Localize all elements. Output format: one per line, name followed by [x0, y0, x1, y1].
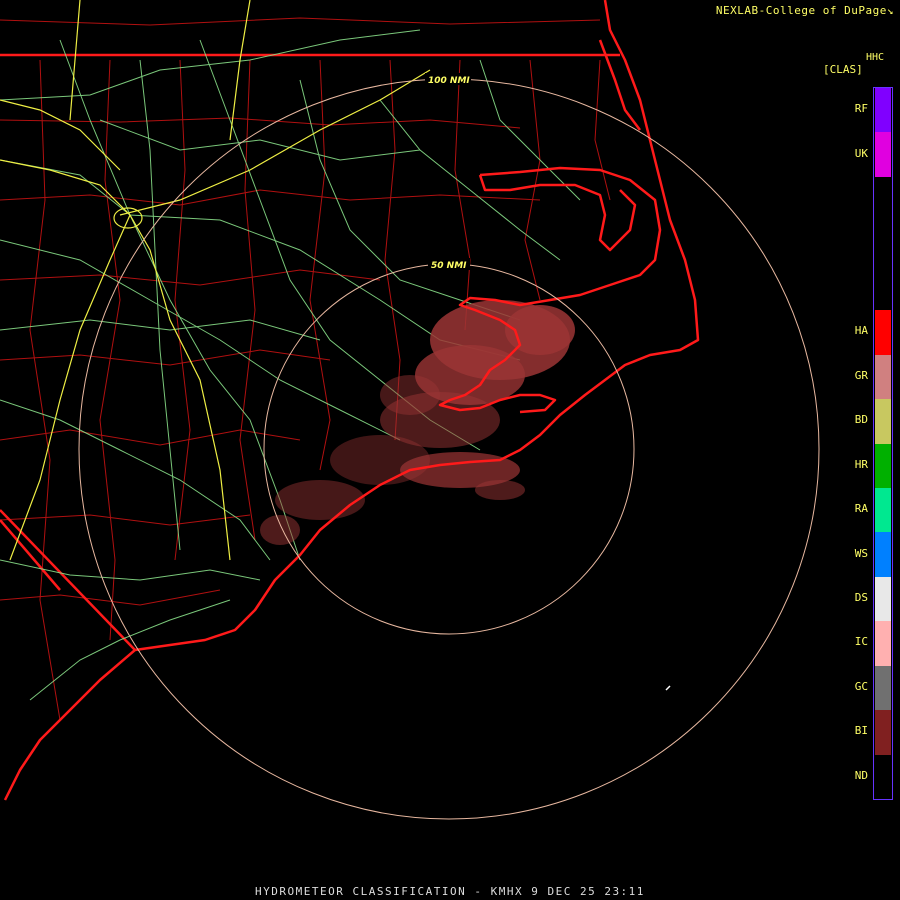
legend-label-ds: DS [854, 591, 868, 605]
legend-label-hr: HR [854, 457, 868, 471]
product-code: HHC [866, 52, 885, 63]
legend-label-rf: RF [854, 102, 868, 116]
legend-swatch-bd [875, 399, 891, 444]
legend-swatch-blank-4 [875, 265, 891, 311]
legend-label-bd: BD [854, 413, 868, 427]
legend-swatch-ws [875, 532, 891, 577]
legend-swatch-blank-3 [875, 221, 891, 266]
legend-label-ws: WS [854, 546, 868, 560]
credit-text: NEXLAB-College of DuPage↘ [716, 4, 894, 17]
legend-swatch-ds [875, 576, 891, 622]
legend-bar [873, 87, 893, 800]
range-label-50: 50 NMI [431, 261, 467, 271]
radar-map: 50 NMI 100 NMI [0, 0, 900, 900]
legend-swatch-ra [875, 487, 891, 533]
legend-label-ha: HA [854, 324, 868, 338]
legend-label-uk: UK [854, 146, 868, 160]
legend-swatch-ic [875, 621, 891, 666]
legend-label-gr: GR [854, 368, 868, 382]
credit-label: NEXLAB-College of DuPage [715, 4, 887, 17]
legend-swatch-gr [875, 354, 891, 400]
legend-label-ra: RA [854, 502, 868, 516]
legend-swatch-nd [875, 754, 891, 799]
legend-label-bi: BI [854, 724, 868, 738]
product-caption: HYDROMETEOR CLASSIFICATION - KMHX 9 DEC … [255, 885, 645, 898]
legend-label-nd: ND [854, 768, 868, 782]
legend-swatch-gc [875, 665, 891, 711]
range-label-100: 100 NMI [428, 76, 470, 86]
credit-mark: ↘ [886, 4, 894, 17]
legend-swatch-ha [875, 310, 891, 355]
legend-label-ic: IC [854, 635, 868, 649]
legend-swatch-hr [875, 443, 891, 488]
legend-swatch-uk [875, 132, 891, 177]
product-short: [CLAS] [823, 63, 863, 76]
legend-label-gc: GC [854, 679, 868, 693]
legend-swatch-rf [875, 88, 891, 133]
legend-swatch-blank-2 [875, 176, 891, 222]
legend-swatch-bi [875, 710, 891, 755]
